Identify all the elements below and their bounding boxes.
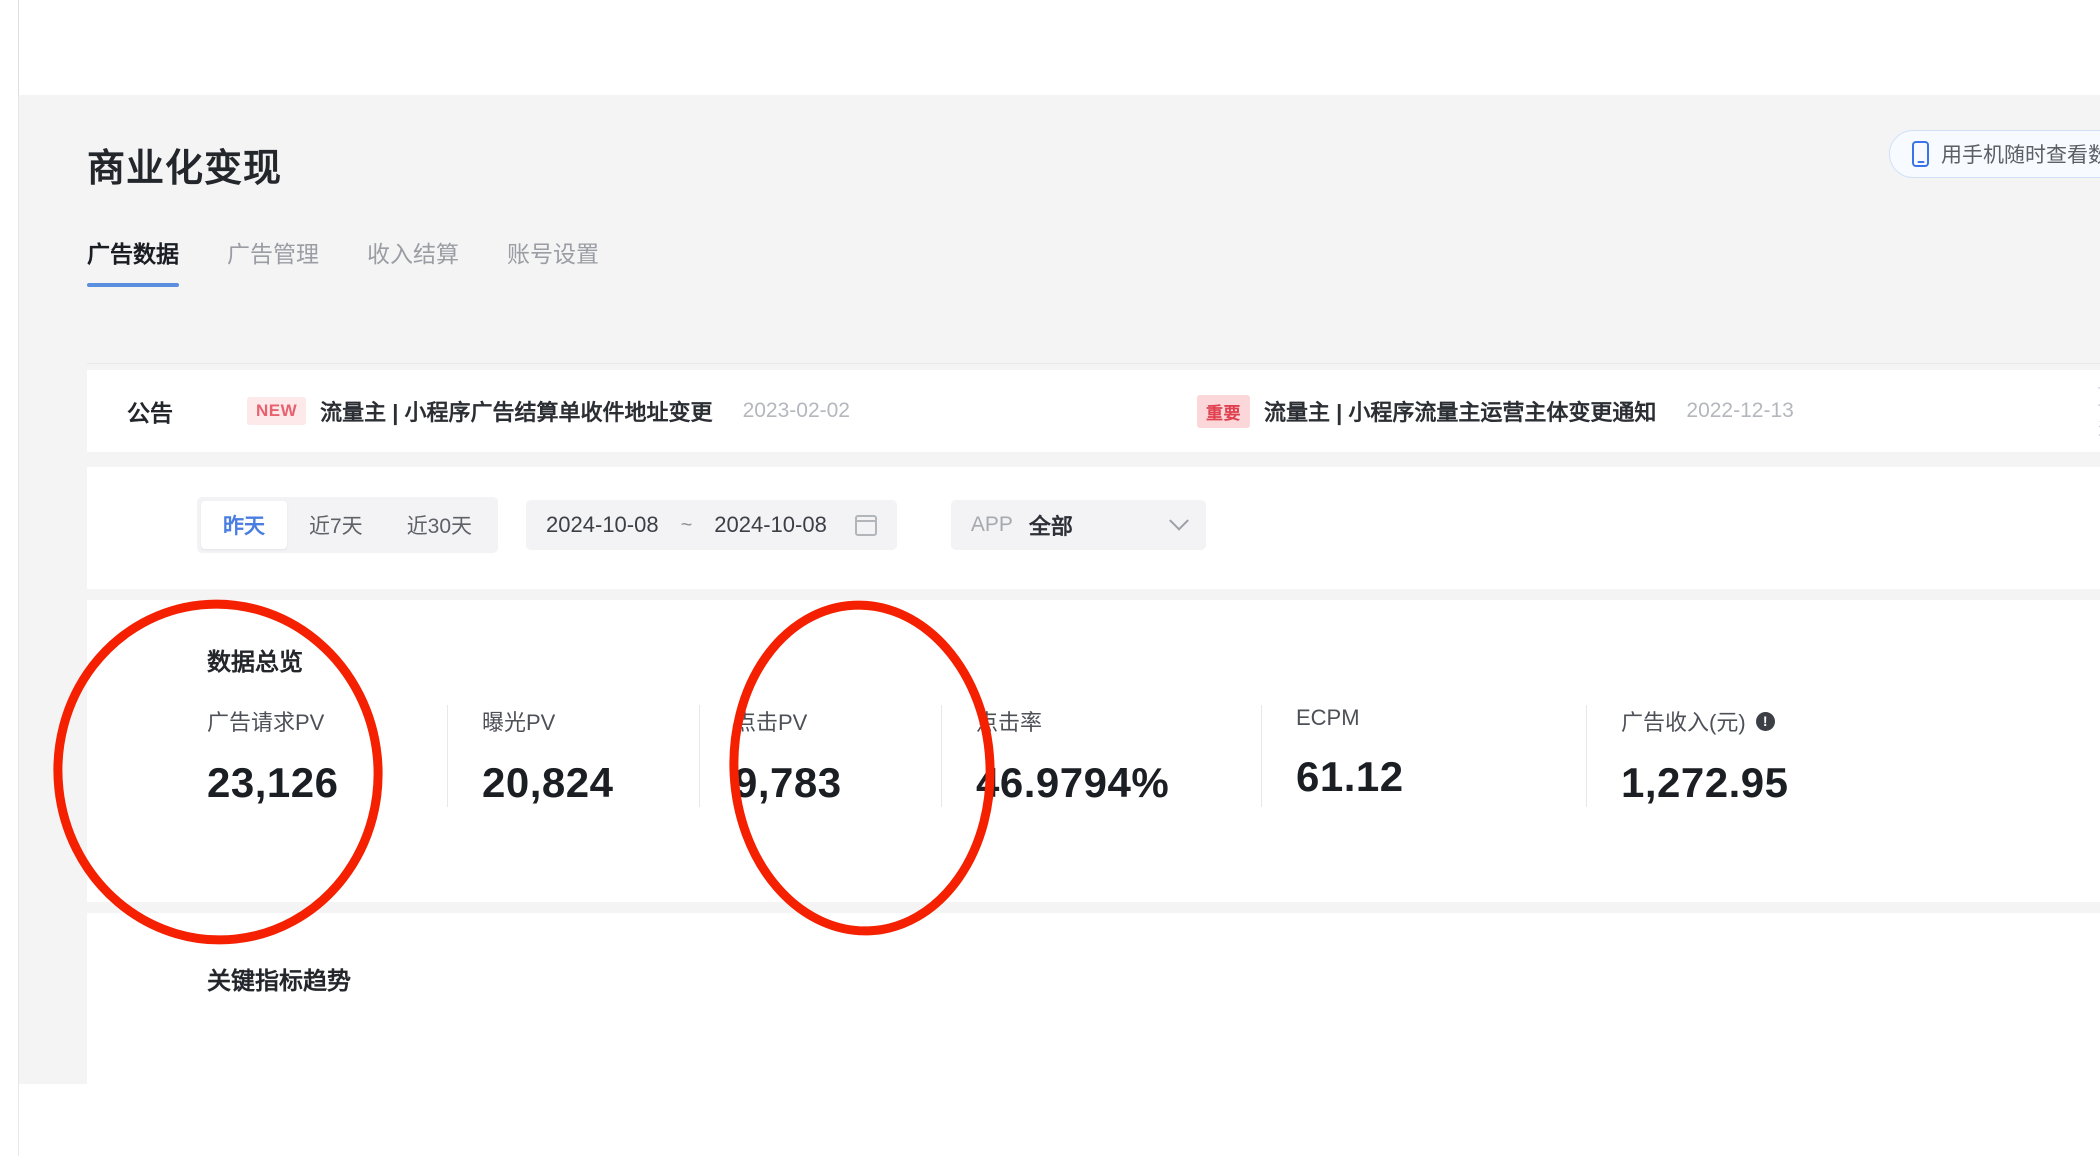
badge-new: NEW [247,397,307,425]
date-range-picker[interactable]: 2024-10-08 ~ 2024-10-08 [526,500,897,550]
app-filter-select[interactable]: APP 全部 [950,500,1206,550]
metric-ad-request-pv-value: 23,126 [207,759,339,806]
metric-click-pv: 点击PV 9,783 [699,705,941,807]
metric-ecpm: ECPM 61.12 [1261,705,1586,807]
metric-ad-request-pv: 广告请求PV 23,126 [207,705,447,807]
tab-ad-management[interactable]: 广告管理 [227,235,319,287]
announcement-card: 公告 NEW 流量主 | 小程序广告结算单收件地址变更 2023-02-02 重… [87,370,2100,452]
announcement-item-1-text: 流量主 | 小程序广告结算单收件地址变更 [320,400,713,425]
tabs-divider [87,363,2100,364]
date-range-presets: 昨天 近7天 近30天 [197,497,499,553]
page-header: 商业化变现 [87,137,282,192]
page-content: 商业化变现 用手机随时查看数据 广告数据 广告管理 收入结算 账号设置 公告 N… [18,95,2100,1084]
metric-click-pv-label: 点击PV [734,710,808,735]
calendar-icon[interactable] [854,514,877,536]
chrome-bottom-rule [18,1084,19,1156]
key-metric-trend-card: 关键指标趋势 [87,913,2100,1084]
chrome-left-rule [18,0,19,95]
chevron-down-icon [1168,510,1189,531]
date-end[interactable]: 2024-10-08 [714,512,827,538]
preset-yesterday[interactable]: 昨天 [201,501,287,549]
app-filter-label: APP [970,513,1013,536]
filter-card: 昨天 近7天 近30天 2024-10-08 ~ 2024-10-08 APP … [87,467,2100,589]
announcement-label: 公告 [127,400,173,426]
view-on-phone-button[interactable]: 用手机随时查看数据 [1889,130,2100,178]
view-on-phone-label: 用手机随时查看数据 [1941,144,2100,167]
metric-click-rate-value: 46.9794% [976,759,1170,806]
metric-ad-request-pv-label: 广告请求PV [207,710,325,735]
preset-last-30-days[interactable]: 近30天 [385,501,494,549]
data-overview-card: 数据总览 广告请求PV 23,126 曝光PV 20,824 点击PV 9,78… [87,600,2100,902]
announcement-item-2-text: 流量主 | 小程序流量主运营主体变更通知 [1264,400,1657,425]
metric-ecpm-label: ECPM [1296,705,1360,730]
metric-ad-revenue-value: 1,272.95 [1621,759,1789,806]
tab-ad-data[interactable]: 广告数据 [87,235,179,287]
announcement-item-2[interactable]: 重要 流量主 | 小程序流量主运营主体变更通知 2022-12-13 [1197,394,1794,428]
app-filter-value: 全部 [1028,514,1073,539]
metric-click-pv-value: 9,783 [734,759,842,806]
metric-impression-pv-value: 20,824 [482,759,614,806]
info-icon[interactable]: ! [1755,711,1775,731]
main-tabs: 广告数据 广告管理 收入结算 账号设置 [87,235,599,287]
announcement-item-1-date: 2023-02-02 [742,399,850,422]
data-overview-title: 数据总览 [207,649,303,676]
announcement-row: 公告 NEW 流量主 | 小程序广告结算单收件地址变更 2023-02-02 重… [87,370,2100,452]
badge-important: 重要 [1197,394,1250,428]
tab-revenue-settlement[interactable]: 收入结算 [367,235,459,287]
preset-last-7-days[interactable]: 近7天 [287,501,385,549]
metric-ecpm-value: 61.12 [1296,753,1404,800]
metric-ad-revenue: 广告收入(元) ! 1,272.95 [1586,705,1926,807]
announcement-item-2-date: 2022-12-13 [1686,399,1794,422]
phone-icon [1912,141,1929,167]
metric-impression-pv-label: 曝光PV [482,710,556,735]
key-metric-trend-title: 关键指标趋势 [207,968,351,995]
browser-viewport: 商业化变现 用手机随时查看数据 广告数据 广告管理 收入结算 账号设置 公告 N… [0,0,2100,1156]
metric-click-rate: 点击率 46.9794% [941,705,1261,807]
metric-impression-pv: 曝光PV 20,824 [447,705,699,807]
metric-ad-revenue-label: 广告收入(元) ! [1621,705,1926,737]
metric-ad-revenue-label-text: 广告收入(元) [1621,710,1746,735]
announcement-item-1[interactable]: NEW 流量主 | 小程序广告结算单收件地址变更 2023-02-02 [247,395,850,427]
page-title: 商业化变现 [87,148,283,190]
date-start[interactable]: 2024-10-08 [546,512,659,538]
filter-row: 昨天 近7天 近30天 2024-10-08 ~ 2024-10-08 APP … [197,497,1206,553]
metrics-row: 广告请求PV 23,126 曝光PV 20,824 点击PV 9,783 点击率… [207,705,2080,807]
tab-account-settings[interactable]: 账号设置 [507,235,599,287]
date-separator: ~ [680,513,693,536]
metric-click-rate-label: 点击率 [976,710,1043,735]
